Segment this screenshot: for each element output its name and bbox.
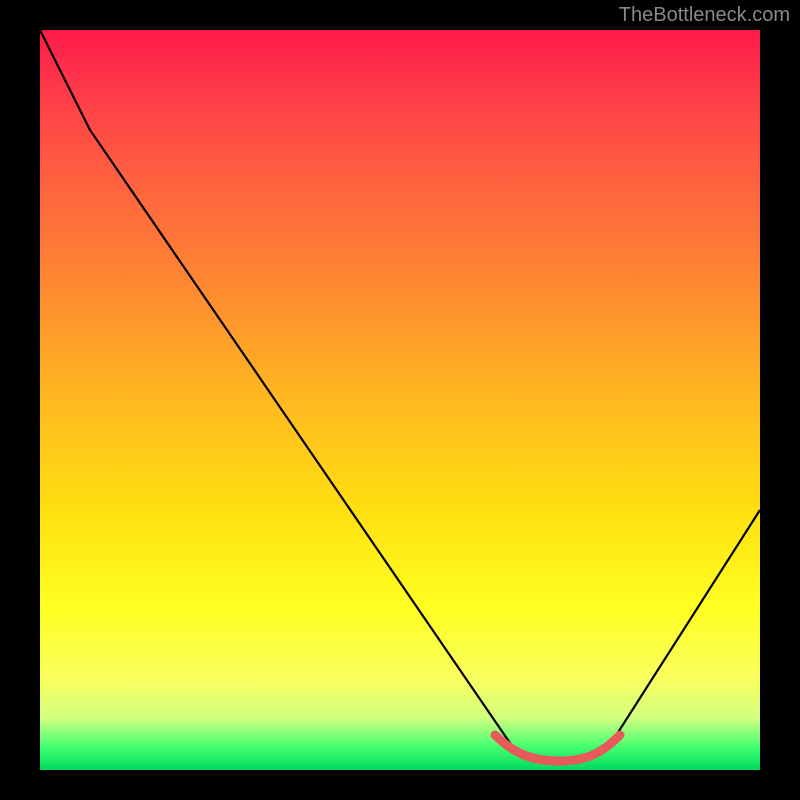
- bottleneck-curve: [40, 30, 760, 763]
- chart-svg: [40, 30, 760, 770]
- optimal-zone-highlight: [495, 735, 620, 761]
- plot-area: [40, 30, 760, 770]
- watermark-text: TheBottleneck.com: [619, 4, 790, 27]
